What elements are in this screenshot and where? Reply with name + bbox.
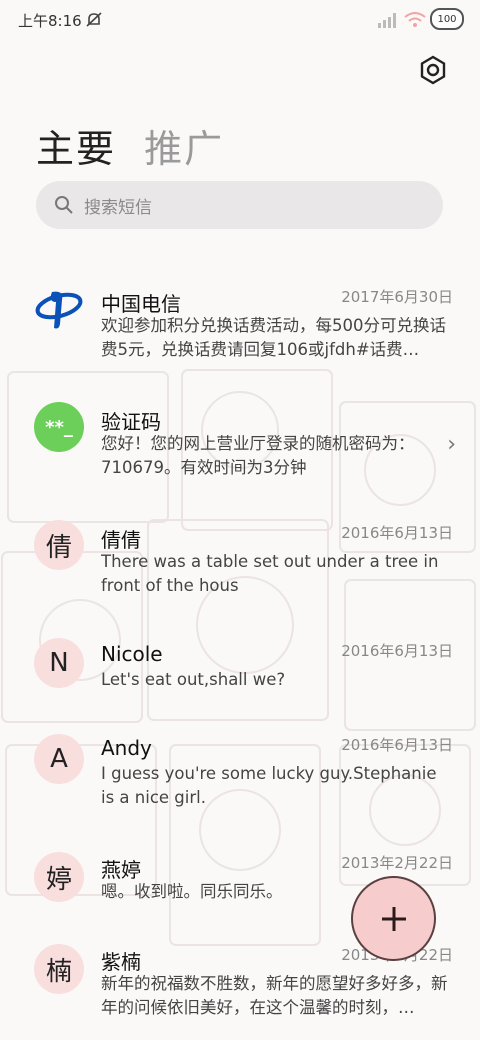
message-snippet: I guess you're some lucky guy.Stephanie … — [101, 764, 437, 807]
mute-bell-icon — [86, 12, 102, 27]
search-icon — [55, 196, 73, 214]
message-date: 2016年6月13日 — [341, 642, 453, 660]
contact-name: 中国电信 — [101, 292, 181, 316]
tab-bar: 主要 推广 — [36, 118, 238, 173]
telecom-logo-icon — [35, 291, 83, 329]
message-snippet: Let's eat out,shall we? — [101, 670, 286, 689]
search-placeholder: 搜索短信 — [84, 197, 152, 218]
status-time: 上午8:16 — [18, 12, 82, 30]
avatar: N — [34, 638, 84, 688]
message-date: 2016年6月13日 — [341, 736, 453, 754]
wifi-icon — [404, 12, 426, 27]
new-message-button[interactable] — [351, 876, 436, 961]
tab-primary[interactable]: 主要 — [36, 127, 116, 171]
tab-promotions[interactable]: 推广 — [144, 127, 224, 171]
message-snippet: 欢迎参加积分兑换话费活动，每500分可兑换话费5元，兑换话费请回复106或jfd… — [101, 316, 446, 359]
contact-name: 紫楠 — [101, 950, 141, 974]
contact-name: Nicole — [101, 642, 163, 666]
contact-name: 倩倩 — [101, 528, 141, 552]
avatar: 婷 — [34, 852, 84, 902]
avatar: 倩 — [34, 520, 84, 570]
battery-icon: 100 — [430, 8, 464, 30]
status-bar: 上午8:16 100 — [0, 0, 480, 44]
message-date: 2016年6月13日 — [341, 524, 453, 542]
conversation-item[interactable]: N Nicole 2016年6月13日 Let's eat out,shall … — [0, 638, 480, 708]
search-input[interactable]: 搜索短信 — [36, 181, 443, 229]
avatar: A — [34, 734, 84, 784]
message-date: 2017年6月30日 — [341, 288, 453, 306]
gear-icon[interactable] — [418, 55, 448, 85]
message-snippet: There was a table set out under a tree i… — [101, 552, 439, 595]
message-date: 2013年2月22日 — [341, 854, 453, 872]
battery-level: 100 — [437, 13, 457, 25]
signal-icon — [378, 13, 396, 28]
conversation-item[interactable]: 倩 倩倩 2016年6月13日 There was a table set ou… — [0, 520, 480, 610]
plus-icon — [381, 906, 406, 931]
contact-name: 燕婷 — [101, 858, 141, 882]
avatar: **_ — [34, 402, 84, 452]
message-snippet: 新年的祝福数不胜数，新年的愿望好多好多，新年的问候依旧美好，在这个温馨的时刻，… — [101, 974, 448, 1017]
conversation-item[interactable]: A Andy 2016年6月13日 I guess you're some lu… — [0, 734, 480, 824]
contact-name: 验证码 — [101, 410, 161, 434]
contact-name: Andy — [101, 736, 152, 760]
message-snippet: 您好！您的网上营业厅登录的随机密码为：710679。有效时间为3分钟 — [101, 434, 415, 477]
chevron-right-icon[interactable]: › — [447, 432, 456, 457]
conversation-item[interactable]: **_ 验证码 您好！您的网上营业厅登录的随机密码为：710679。有效时间为3… — [0, 402, 480, 502]
avatar: 楠 — [34, 944, 84, 994]
conversation-item[interactable]: 中国电信 2017年6月30日 欢迎参加积分兑换话费活动，每500分可兑换话费5… — [0, 268, 480, 378]
